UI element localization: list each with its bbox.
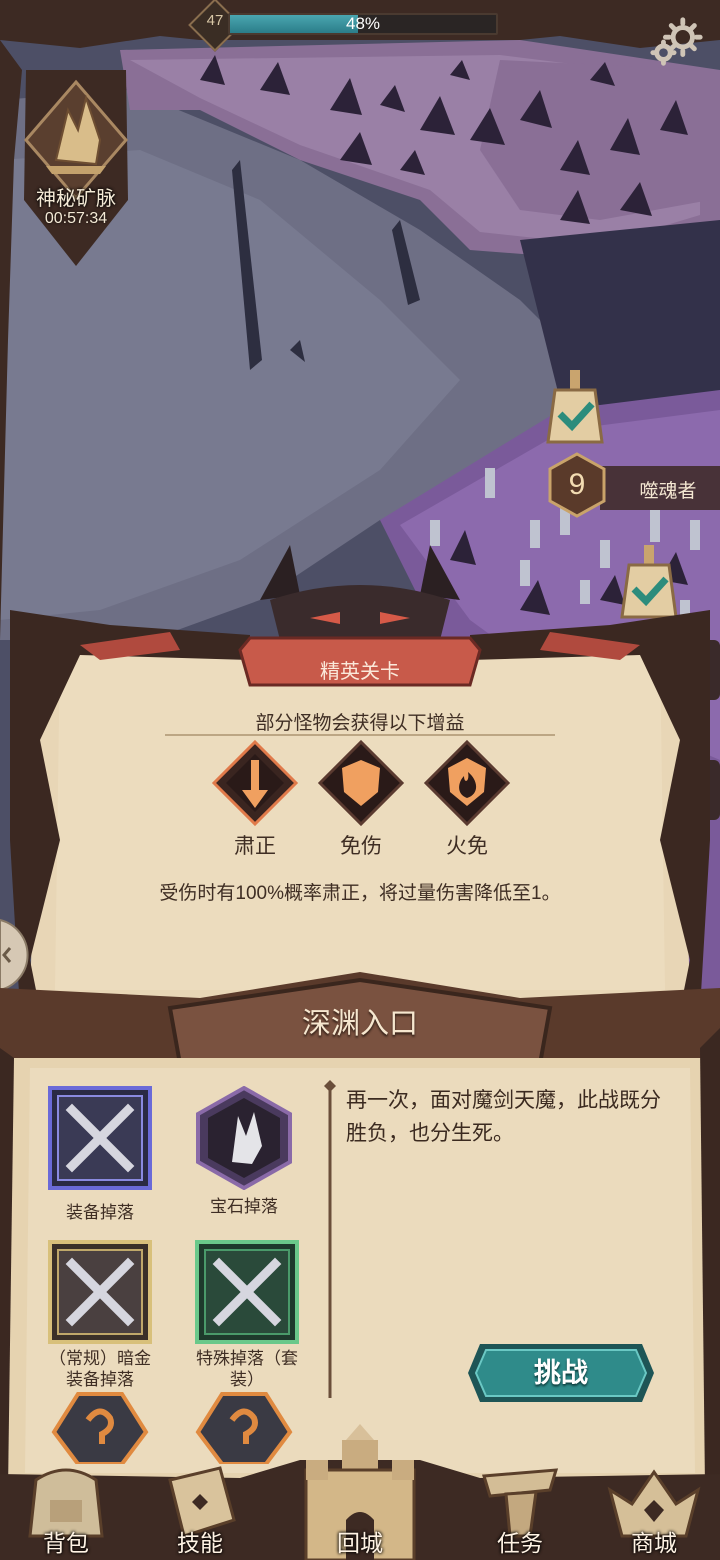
nav-label-backpack: 背包 (43, 1530, 89, 1556)
elite-stage-title: 精英关卡 (320, 661, 400, 683)
stage-node-number: 9 (568, 468, 586, 501)
challenge-button-label[interactable]: 挑战 (466, 1340, 656, 1406)
nav-skills[interactable]: 技能 (140, 1460, 260, 1560)
nav-label-skills: 技能 (177, 1530, 223, 1556)
mine-timer: 00:57:34 (44, 210, 108, 227)
mine-title: 神秘矿脉 (36, 188, 116, 210)
drop-label-gem: 宝石掉落 (210, 1197, 278, 1216)
story-text: 再一次，面对魔剑天魔，此战既分胜负，也分生死。 (346, 1089, 661, 1145)
drop-label-dark-gold: （常规）暗金 装备掉落 (49, 1349, 151, 1389)
abyss-entrance-title: 深渊入口 (301, 1008, 418, 1040)
cleared-flag-icon (546, 370, 604, 444)
buff-label-2: 免伤 (340, 835, 382, 858)
nav-label-shop: 商城 (631, 1530, 677, 1556)
drop-label-set: 特殊掉落（套 装） (196, 1349, 298, 1389)
mystery-stone-icon-2[interactable] (192, 1392, 296, 1464)
buff-flame-icon[interactable] (422, 738, 512, 828)
xp-percent: 48% (345, 14, 381, 33)
mystery-stone-icon[interactable] (48, 1392, 152, 1464)
mystic-mine-button[interactable] (16, 70, 136, 266)
drop-label-equipment: 装备掉落 (66, 1203, 134, 1222)
buff-label-3: 火免 (446, 835, 488, 858)
stage-node-name: 噬魂者 (639, 481, 697, 502)
demon-head-emblem (260, 545, 460, 650)
nav-shop[interactable]: 商城 (594, 1460, 714, 1560)
nav-backpack[interactable]: 背包 (6, 1460, 126, 1560)
mine-emblem (24, 70, 128, 266)
equipment-drop-icon[interactable] (48, 1086, 152, 1190)
dark-gold-equipment-drop-icon[interactable] (48, 1240, 152, 1344)
nav-return-city[interactable]: 回城 (300, 1460, 420, 1560)
top-bar: 47 48% (0, 0, 720, 66)
elite-subtitle: 部分怪物会获得以下增益 (255, 713, 465, 734)
nav-label-quests: 任务 (497, 1530, 543, 1556)
gem-drop-icon[interactable] (192, 1086, 296, 1190)
nav-quests[interactable]: 任务 (460, 1460, 580, 1560)
buff-shield-icon[interactable] (316, 738, 406, 828)
settings-gear-icon[interactable] (648, 14, 706, 72)
set-drop-icon[interactable] (195, 1240, 299, 1344)
buff-description: 受伤时有100%概率肃正，将过量伤害降低至1。 (159, 883, 561, 904)
buff-label-1: 肃正 (234, 835, 276, 858)
buff-sword-down-icon[interactable] (210, 738, 300, 828)
nav-label-return-city: 回城 (337, 1530, 383, 1556)
